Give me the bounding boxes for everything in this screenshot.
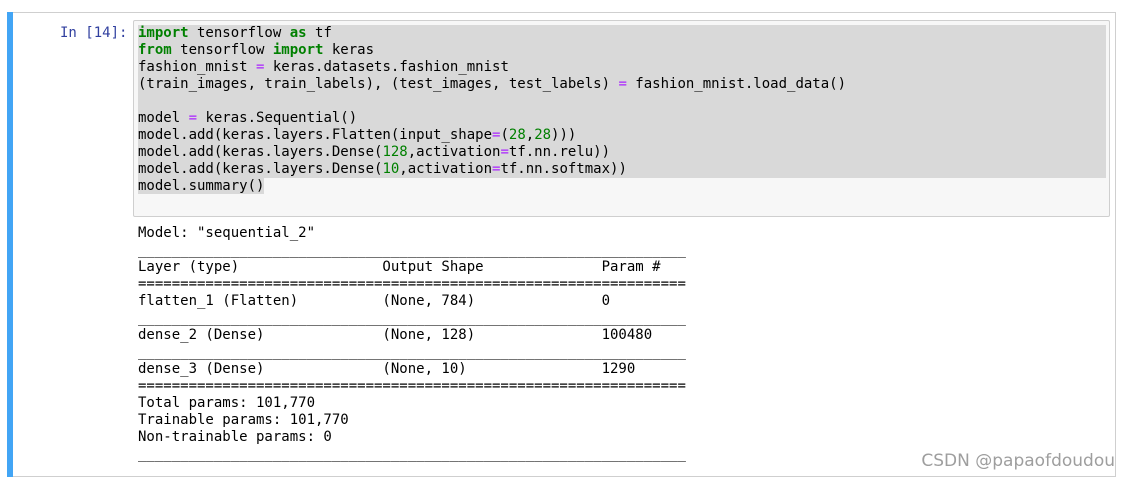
output-line: ========================================…: [138, 276, 686, 292]
code-line[interactable]: [138, 93, 1106, 110]
output-line: Non-trainable params: 0: [138, 429, 332, 445]
code-token: tf.nn.relu)): [508, 144, 611, 160]
output-line: ________________________________________…: [138, 446, 686, 462]
code-token: ))): [551, 127, 577, 143]
code-token: tensorflow: [171, 42, 273, 58]
code-line[interactable]: (train_images, train_labels), (test_imag…: [138, 76, 1106, 93]
input-prompt: In [14]:: [60, 25, 128, 41]
code-token: model: [138, 110, 189, 126]
output-line: Trainable params: 101,770: [138, 412, 349, 428]
code-token: from: [138, 42, 172, 58]
code-token: 28: [534, 127, 552, 143]
code-line[interactable]: from tensorflow import keras: [138, 42, 1106, 59]
output-line: dense_3 (Dense) (None, 10) 1290: [138, 361, 686, 377]
code-token: ,activation: [407, 144, 501, 160]
code-token: ,: [525, 127, 535, 143]
code-token: ,activation: [399, 161, 493, 177]
code-token: import: [138, 25, 189, 41]
code-token: 128: [382, 144, 408, 160]
code-token: 28: [508, 127, 526, 143]
output-line: ________________________________________…: [138, 344, 686, 360]
output-line: ________________________________________…: [138, 242, 686, 258]
code-token: tf: [306, 25, 332, 41]
code-token: model.add(keras.layers.Flatten(input_sha…: [138, 127, 493, 143]
code-line[interactable]: fashion_mnist = keras.datasets.fashion_m…: [138, 59, 1106, 76]
code-token: 10: [382, 161, 400, 177]
output-line: Total params: 101,770: [138, 395, 316, 411]
code-token: =: [188, 110, 198, 126]
code-token: (train_images, train_labels), (test_imag…: [138, 76, 619, 92]
code-token: model.summary(): [138, 178, 265, 194]
watermark: CSDN @papaofdoudou: [921, 451, 1115, 471]
code-line[interactable]: model.summary(): [138, 178, 1106, 195]
code-token: keras.datasets.fashion_mnist: [264, 59, 509, 75]
output-line: Model: "sequential_2": [138, 225, 316, 241]
code-token: (: [500, 127, 509, 143]
output-line: ________________________________________…: [138, 310, 686, 326]
output-line: dense_2 (Dense) (None, 128) 100480: [138, 327, 686, 343]
code-token: fashion_mnist: [138, 59, 257, 75]
code-line[interactable]: import tensorflow as tf: [138, 25, 1106, 42]
output-line: flatten_1 (Flatten) (None, 784) 0: [138, 293, 686, 309]
output-line: ========================================…: [138, 378, 686, 394]
code-editor[interactable]: import tensorflow as tf from tensorflow i…: [138, 25, 1106, 195]
code-token: model.add(keras.layers.Dense(: [138, 144, 383, 160]
cell-output: Model: "sequential_2" ___________________…: [138, 225, 686, 463]
selected-cell-indicator: [7, 12, 13, 477]
code-token: tf.nn.softmax)): [500, 161, 627, 177]
code-line[interactable]: model = keras.Sequential(): [138, 110, 1106, 127]
code-token: model.add(keras.layers.Dense(: [138, 161, 383, 177]
code-token: tensorflow: [188, 25, 290, 41]
code-token: import: [272, 42, 324, 58]
code-token: keras.Sequential(): [197, 110, 358, 126]
code-token: as: [289, 25, 307, 41]
output-line: Layer (type) Output Shape Param #: [138, 259, 686, 275]
code-line[interactable]: model.add(keras.layers.Dense(10,activati…: [138, 161, 1106, 178]
code-line[interactable]: model.add(keras.layers.Dense(128,activat…: [138, 144, 1106, 161]
code-line[interactable]: model.add(keras.layers.Flatten(input_sha…: [138, 127, 1106, 144]
code-token: =: [618, 76, 627, 92]
code-token: =: [500, 144, 509, 160]
code-token: keras: [323, 42, 375, 58]
code-token: fashion_mnist.load_data(): [626, 76, 847, 92]
